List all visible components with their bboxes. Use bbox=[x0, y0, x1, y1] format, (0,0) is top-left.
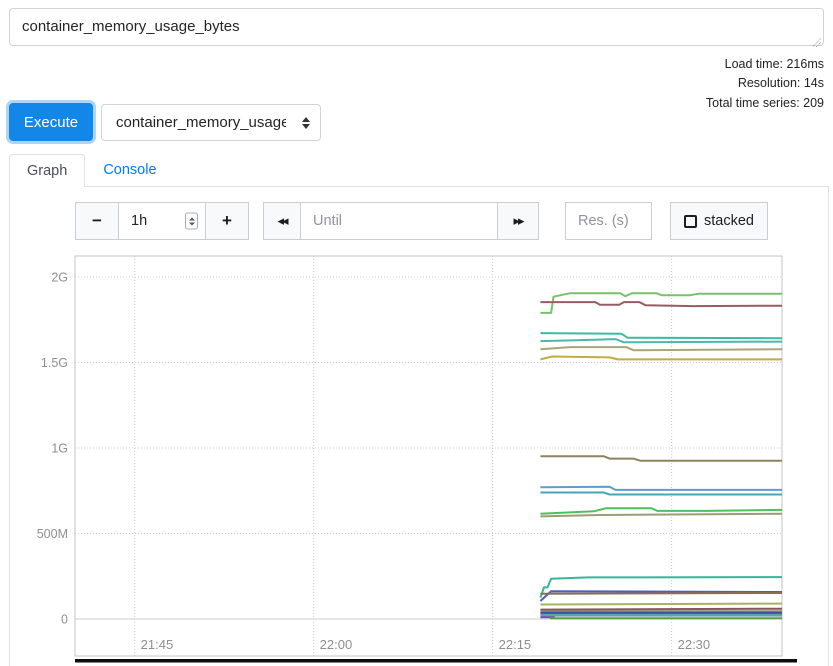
execute-button[interactable]: Execute bbox=[9, 103, 93, 141]
range-spinner-icon[interactable] bbox=[185, 213, 198, 230]
query-stats: Load time: 216ms Resolution: 14s Total t… bbox=[706, 55, 824, 113]
graph-bottom-bar bbox=[75, 659, 797, 663]
series-line bbox=[540, 456, 782, 461]
series-line bbox=[540, 339, 782, 342]
series-line bbox=[540, 514, 782, 517]
total-series-stat: Total time series: 209 bbox=[706, 94, 824, 113]
series-line bbox=[540, 487, 782, 490]
y-tick-label: 2G bbox=[51, 271, 68, 285]
series-line bbox=[540, 508, 782, 514]
expression-input[interactable]: container_memory_usage_bytes bbox=[9, 8, 824, 46]
y-tick-label: 1G bbox=[51, 442, 68, 456]
range-decrease-button[interactable]: − bbox=[75, 202, 119, 240]
x-tick-label: 21:45 bbox=[141, 637, 174, 652]
time-control-group: ◂◂ ▸▸ bbox=[263, 202, 539, 240]
graph-controls: − + ◂◂ ▸▸ stacked bbox=[75, 202, 768, 240]
metric-select-value: container_memory_usage_bytes bbox=[116, 114, 286, 131]
textarea-resize-grip-icon[interactable] bbox=[812, 38, 821, 47]
series-line bbox=[540, 357, 782, 360]
graph-chart-canvas[interactable]: 21:45 22:00 22:15 22:30 0 500M 1G 1.5G 2G bbox=[0, 250, 833, 663]
series-line bbox=[540, 609, 782, 610]
rewind-button[interactable]: ◂◂ bbox=[263, 202, 301, 240]
x-tick-label: 22:30 bbox=[678, 637, 711, 652]
series-line bbox=[540, 493, 782, 495]
view-tabs: Graph Console bbox=[9, 154, 175, 186]
tab-graph[interactable]: Graph bbox=[9, 154, 85, 187]
metric-select[interactable]: container_memory_usage_bytes bbox=[101, 104, 321, 141]
x-tick-label: 22:00 bbox=[320, 637, 353, 652]
fast-forward-button[interactable]: ▸▸ bbox=[497, 202, 539, 240]
resolution-input[interactable] bbox=[565, 202, 652, 240]
series-line bbox=[540, 333, 782, 338]
resolution-stat: Resolution: 14s bbox=[706, 74, 824, 93]
y-tick-label: 500M bbox=[37, 527, 68, 541]
stacked-checkbox-icon bbox=[684, 215, 697, 228]
tab-console[interactable]: Console bbox=[85, 154, 174, 186]
series-line bbox=[540, 302, 782, 306]
load-time-stat: Load time: 216ms bbox=[706, 55, 824, 74]
plot-border bbox=[75, 256, 782, 656]
range-control-group: − + bbox=[75, 202, 249, 240]
until-input[interactable] bbox=[300, 202, 498, 240]
range-increase-button[interactable]: + bbox=[205, 202, 249, 240]
series-line bbox=[540, 604, 782, 605]
x-tick-label: 22:15 bbox=[499, 637, 532, 652]
series-line bbox=[540, 593, 782, 594]
expression-input-wrap: container_memory_usage_bytes bbox=[9, 8, 824, 51]
y-tick-label: 0 bbox=[61, 613, 68, 627]
select-caret-icon bbox=[302, 117, 310, 129]
stacked-toggle-button[interactable]: stacked bbox=[670, 202, 768, 240]
series-line bbox=[540, 347, 782, 350]
stacked-label: stacked bbox=[704, 213, 754, 229]
y-tick-label: 1.5G bbox=[41, 356, 68, 370]
